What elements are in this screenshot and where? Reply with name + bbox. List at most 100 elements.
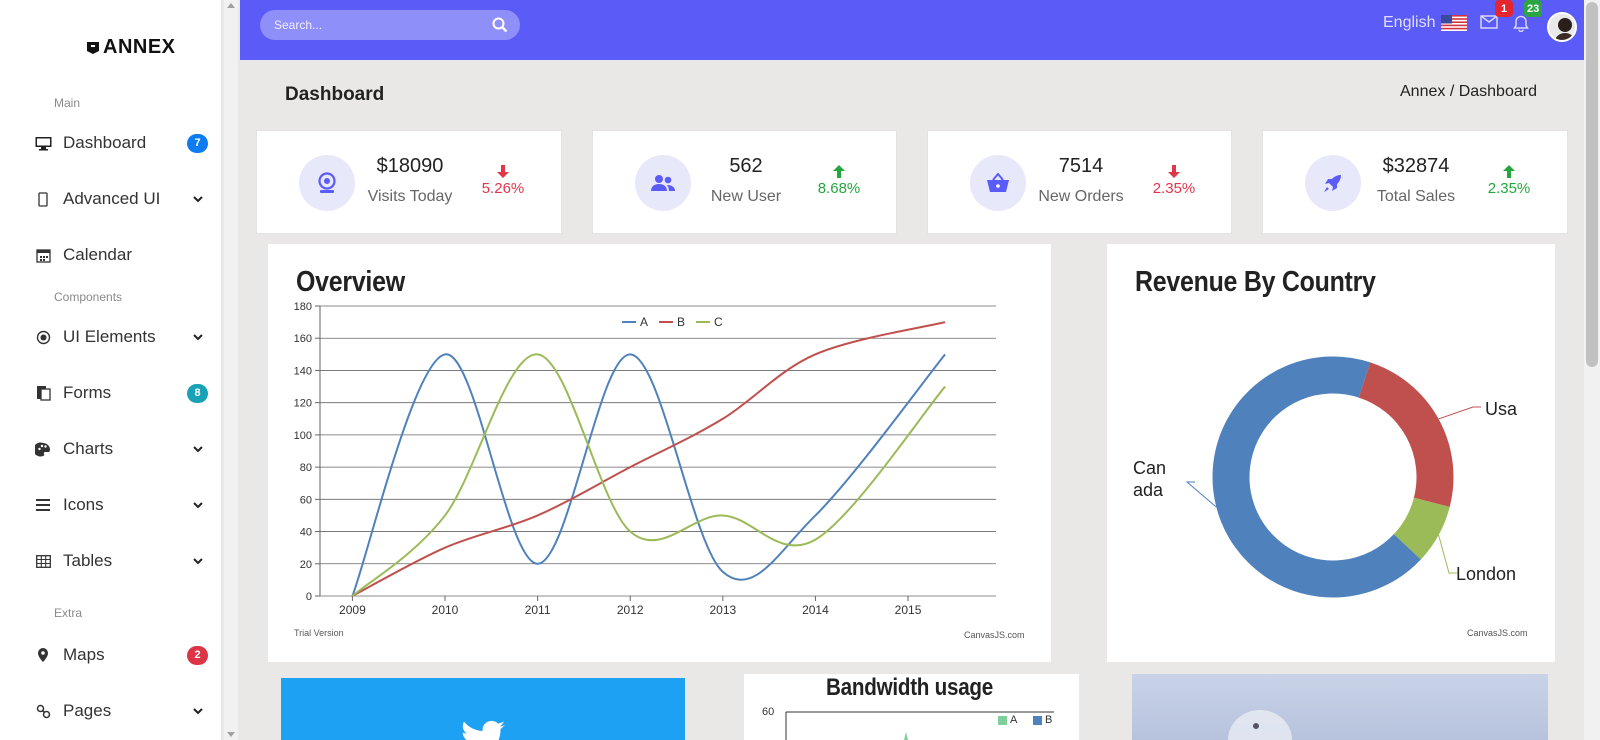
- label-leader-line: [1438, 534, 1457, 574]
- monitor-icon: [34, 134, 52, 152]
- forms-icon: [34, 384, 52, 402]
- sidebar-item-label: Charts: [63, 439, 114, 458]
- brand-logo[interactable]: ANNEX: [86, 36, 176, 59]
- arrow-down-icon: [1168, 165, 1180, 178]
- overview-panel: Overview 0 20 40 60 80 100 120 140 160 180 2009 201…: [268, 244, 1051, 662]
- rocket-icon: [1305, 155, 1361, 211]
- forms-badge: 8: [187, 383, 208, 403]
- donut-slice-london[interactable]: [1393, 497, 1450, 560]
- series-line-c[interactable]: [351, 353, 946, 597]
- stat-trend: 8.68%: [809, 165, 869, 197]
- trial-version-label: Trial Version: [294, 628, 344, 638]
- brand-name: ANNEX: [103, 36, 176, 58]
- y-tick-label: 20: [300, 559, 312, 571]
- sidebar: ANNEX Main Dashboard 7 Advanced UI Calen…: [0, 0, 222, 740]
- table-icon: [34, 552, 52, 570]
- stat-value: 7514: [1058, 155, 1104, 177]
- mail-icon[interactable]: [1480, 15, 1498, 34]
- stat-trend-value: 5.26%: [481, 180, 525, 197]
- twitter-card[interactable]: [281, 678, 685, 740]
- map-marker-icon: [34, 646, 52, 664]
- sidebar-item-label: Tables: [63, 551, 113, 570]
- slice-label: Can ada: [1133, 458, 1166, 500]
- language-label: English: [1383, 14, 1436, 31]
- dashboard-badge: 7: [187, 133, 208, 153]
- sidebar-item-pages[interactable]: Pages: [34, 697, 208, 725]
- feature-photo: [1132, 674, 1548, 740]
- maps-badge: 2: [187, 645, 208, 665]
- stat-card-orders: 7514 New Orders 2.35%: [927, 130, 1232, 234]
- page-scrollbar-thumb[interactable]: [1586, 2, 1598, 367]
- twitter-icon: [462, 720, 505, 740]
- users-icon: [635, 155, 691, 211]
- page-scrollbar[interactable]: [1584, 0, 1600, 740]
- x-tick-label: 2015: [895, 603, 922, 617]
- y-tick-label: 100: [294, 430, 312, 442]
- us-flag-icon: [1441, 15, 1468, 31]
- mail-badge: 1: [1495, 0, 1513, 17]
- sidebar-item-charts[interactable]: Charts: [34, 435, 208, 463]
- y-tick-label: 140: [294, 365, 312, 377]
- y-tick-label: 0: [306, 591, 312, 603]
- mobile-icon: [34, 190, 52, 208]
- revenue-donut-chart[interactable]: Usa London Can ada: [1107, 244, 1555, 662]
- section-main: Main: [54, 96, 81, 110]
- canvasjs-credit[interactable]: CanvasJS.com: [1467, 628, 1528, 638]
- section-extra: Extra: [54, 606, 83, 620]
- sidebar-item-icons[interactable]: Icons: [34, 491, 208, 519]
- chevron-down-icon: [188, 707, 208, 715]
- scroll-up-arrow-icon[interactable]: [227, 3, 235, 8]
- sidebar-item-dashboard[interactable]: Dashboard 7: [34, 129, 208, 157]
- bars-icon: [34, 496, 52, 514]
- label-leader-line: [1438, 406, 1481, 420]
- bell-icon[interactable]: [1513, 15, 1529, 37]
- bandwidth-legend-a: A: [1010, 714, 1018, 726]
- stat-trend: 2.35%: [1479, 165, 1539, 197]
- sidebar-item-tables[interactable]: Tables: [34, 547, 208, 575]
- sidebar-item-maps[interactable]: Maps 2: [34, 641, 208, 669]
- sidebar-item-calendar[interactable]: Calendar: [34, 241, 208, 269]
- language-selector[interactable]: English: [1383, 14, 1468, 32]
- series-line-a[interactable]: [351, 353, 946, 597]
- stat-trend: 5.26%: [473, 165, 533, 197]
- notification-badge: 23: [1524, 0, 1543, 17]
- label-leader-line: [1185, 481, 1217, 508]
- x-tick-label: 2010: [432, 603, 459, 617]
- annex-logo-icon: [87, 41, 99, 54]
- sidebar-item-advanced-ui[interactable]: Advanced UI: [34, 185, 208, 213]
- stat-label: New User: [710, 188, 782, 205]
- sidebar-item-forms[interactable]: Forms 8: [34, 379, 208, 407]
- chevron-down-icon: [188, 195, 208, 203]
- stat-trend: 2.35%: [1144, 165, 1204, 197]
- search-icon[interactable]: [492, 17, 508, 38]
- scroll-down-arrow-icon[interactable]: [227, 732, 235, 737]
- section-components: Components: [54, 290, 123, 304]
- palette-icon: [34, 440, 52, 458]
- overview-line-chart[interactable]: 0 20 40 60 80 100 120 140 160 180 2009 2010 2011 2012…: [268, 244, 1051, 662]
- stat-value: $32874: [1382, 155, 1450, 177]
- avatar[interactable]: [1547, 12, 1577, 42]
- sidebar-scrollbar[interactable]: [224, 0, 238, 740]
- stat-label: Visits Today: [367, 188, 453, 205]
- y-tick-label: 60: [300, 494, 312, 506]
- canvasjs-credit[interactable]: CanvasJS.com: [964, 630, 1025, 640]
- bandwidth-chart: [785, 711, 1054, 740]
- chevron-down-icon: [188, 445, 208, 453]
- chevron-down-icon: [188, 557, 208, 565]
- stat-card-sales: $32874 Total Sales 2.35%: [1262, 130, 1568, 234]
- series-line-b[interactable]: [351, 321, 946, 597]
- legend-label: A: [640, 315, 648, 329]
- legend-label: B: [677, 315, 685, 329]
- sidebar-item-ui-elements[interactable]: UI Elements: [34, 323, 208, 351]
- revenue-panel: Revenue By Country Usa London Can ada Canva…: [1107, 244, 1555, 662]
- stat-trend-value: 2.35%: [1152, 180, 1196, 197]
- sidebar-item-label: Calendar: [63, 245, 132, 264]
- stat-label: Total Sales: [1376, 188, 1456, 205]
- donut-slice-usa[interactable]: [1358, 362, 1454, 507]
- search-input[interactable]: [260, 10, 520, 40]
- x-tick-label: 2014: [802, 603, 829, 617]
- breadcrumb[interactable]: Annex / Dashboard: [1400, 83, 1537, 101]
- calendar-icon: [34, 246, 52, 264]
- stat-value: $18090: [376, 155, 444, 177]
- arrow-up-icon: [833, 165, 845, 178]
